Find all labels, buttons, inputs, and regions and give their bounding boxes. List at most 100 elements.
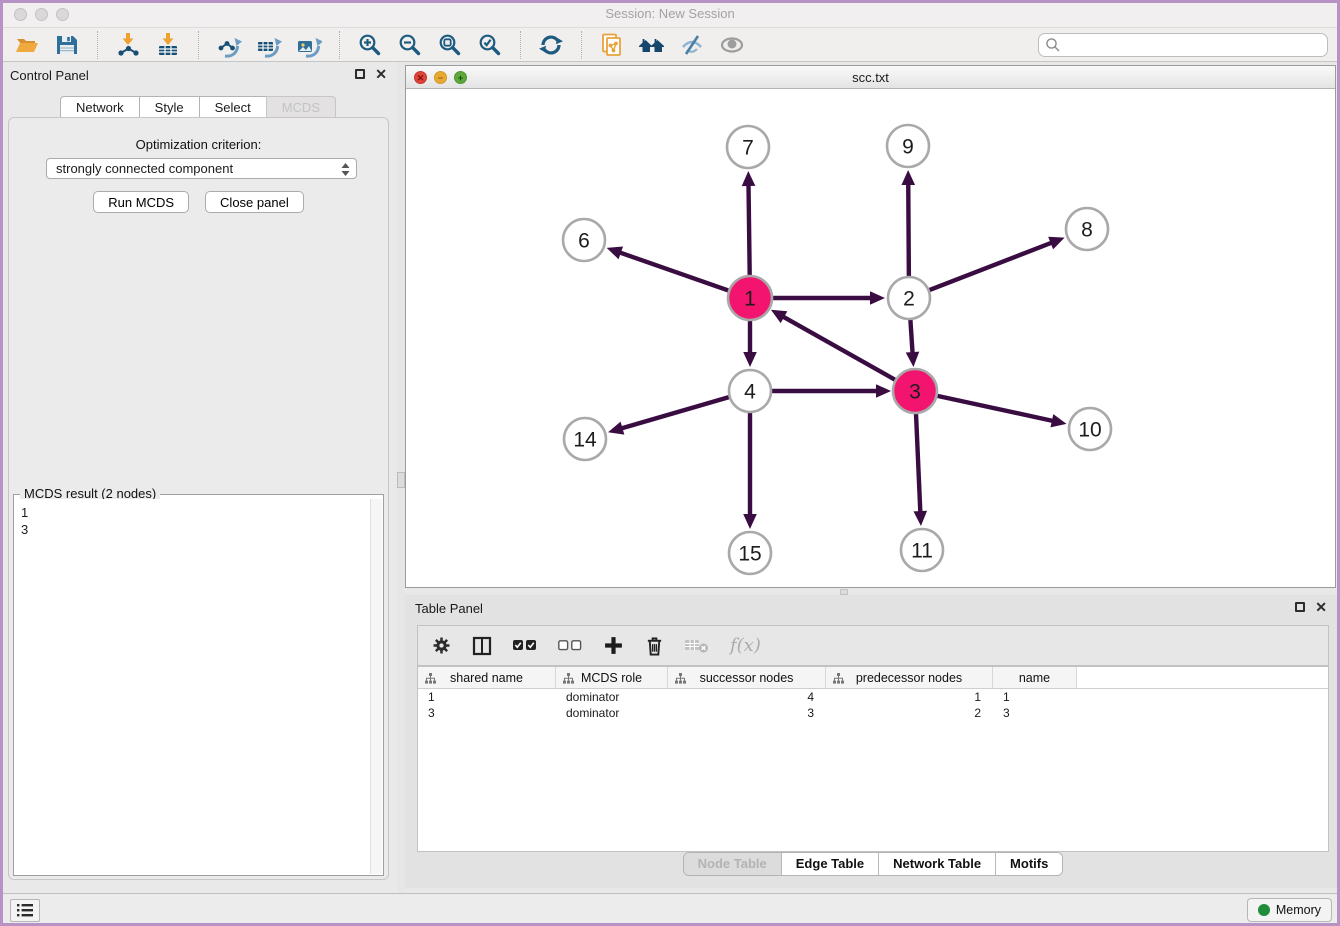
- mcds-result-text[interactable]: 13: [15, 499, 370, 874]
- show-view-icon[interactable]: [717, 31, 747, 59]
- zoom-selected-icon[interactable]: [475, 31, 505, 59]
- table-cell-successor-nodes[interactable]: 4: [668, 689, 826, 705]
- mcds-result-line: 3: [21, 521, 364, 538]
- graph-edge-arrowhead: [901, 170, 915, 185]
- memory-status-dot: [1258, 904, 1270, 916]
- column-header-shared-name[interactable]: shared name: [418, 667, 556, 688]
- create-column-icon[interactable]: [603, 635, 624, 656]
- refresh-icon[interactable]: [536, 31, 566, 59]
- export-network-icon[interactable]: [214, 31, 244, 59]
- app-titlebar: Session: New Session: [0, 0, 1340, 28]
- show-column-panel-icon[interactable]: [472, 636, 492, 656]
- control-panel-title: Control Panel: [10, 68, 89, 83]
- float-table-panel-icon[interactable]: [1295, 602, 1305, 612]
- table-cell-predecessor-nodes[interactable]: 2: [826, 705, 993, 721]
- show-panel-list-button[interactable]: [10, 899, 40, 922]
- search-input[interactable]: [1038, 33, 1328, 57]
- graph-edge-2-8[interactable]: [925, 242, 1053, 291]
- criterion-select[interactable]: strongly connected component: [46, 158, 357, 179]
- table-panel: Table Panel ✕ f(x) shared nameMCDS rol: [405, 595, 1337, 888]
- main-toolbar: [0, 28, 1340, 62]
- table-cell-name[interactable]: 3: [993, 705, 1077, 721]
- table-cell-predecessor-nodes[interactable]: 1: [826, 689, 993, 705]
- tab-node-table[interactable]: Node Table: [684, 853, 781, 875]
- export-table-icon[interactable]: [254, 31, 284, 59]
- table-header-row: shared nameMCDS rolesuccessor nodesprede…: [418, 667, 1328, 689]
- search-icon: [1045, 37, 1061, 53]
- column-header-mcds-role[interactable]: MCDS role: [556, 667, 668, 688]
- optimization-criterion-label: Optimization criterion:: [9, 137, 388, 152]
- graph-edge-1-7[interactable]: [748, 184, 749, 281]
- graph-node-label: 6: [578, 230, 590, 253]
- close-panel-icon[interactable]: ✕: [375, 68, 387, 80]
- delete-column-icon[interactable]: [645, 635, 664, 657]
- toolbar-separator: [97, 31, 98, 59]
- table-cell-shared-name[interactable]: 1: [418, 689, 556, 705]
- column-header-predecessor-nodes[interactable]: predecessor nodes: [826, 667, 993, 688]
- tab-edge-table[interactable]: Edge Table: [781, 853, 878, 875]
- zoom-fit-icon[interactable]: [435, 31, 465, 59]
- graph-edge-arrowhead: [743, 352, 757, 367]
- duplicate-network-icon[interactable]: [597, 31, 627, 59]
- network-canvas[interactable]: 1234678910111415: [406, 89, 1335, 587]
- network-window-title: scc.txt: [406, 66, 1335, 89]
- graph-edge-3-1[interactable]: [782, 316, 900, 382]
- tab-network-table[interactable]: Network Table: [878, 853, 995, 875]
- tab-motifs[interactable]: Motifs: [995, 853, 1062, 875]
- vertical-splitter[interactable]: [397, 62, 405, 893]
- export-image-icon[interactable]: [294, 31, 324, 59]
- column-header-name[interactable]: name: [993, 667, 1077, 688]
- hide-style-icon[interactable]: [677, 31, 707, 59]
- table-cell-mcds-role[interactable]: dominator: [556, 689, 668, 705]
- app-title: Session: New Session: [0, 0, 1340, 28]
- splitter-grip[interactable]: [397, 472, 405, 488]
- graph-edge-1-6[interactable]: [619, 252, 734, 292]
- open-session-icon[interactable]: [12, 31, 42, 59]
- mcds-tab-content: Optimization criterion: strongly connect…: [8, 117, 389, 880]
- toolbar-separator: [198, 31, 199, 59]
- memory-button[interactable]: Memory: [1247, 898, 1332, 922]
- save-session-icon[interactable]: [52, 31, 82, 59]
- float-panel-icon[interactable]: [355, 69, 365, 79]
- close-panel-button[interactable]: Close panel: [205, 191, 304, 213]
- graph-edge-2-9[interactable]: [908, 183, 909, 281]
- table-cell-shared-name[interactable]: 3: [418, 705, 556, 721]
- graph-edge-3-11[interactable]: [916, 408, 921, 513]
- network-window-titlebar[interactable]: ✕ − + scc.txt: [406, 66, 1335, 89]
- table-row[interactable]: 1dominator411: [418, 689, 1328, 705]
- column-header-label: name: [1019, 671, 1050, 685]
- graph-node-label: 1: [744, 288, 756, 311]
- table-cell-successor-nodes[interactable]: 3: [668, 705, 826, 721]
- graph-edge-arrowhead: [870, 291, 885, 305]
- graph-node-label: 7: [742, 137, 754, 160]
- graph-edge-arrowhead: [742, 171, 756, 186]
- graph-node-label: 15: [738, 543, 761, 566]
- graph-edge-arrowhead: [876, 384, 891, 398]
- graph-edge-2-3[interactable]: [910, 315, 913, 354]
- close-table-panel-icon[interactable]: ✕: [1315, 601, 1327, 613]
- zoom-in-icon[interactable]: [355, 31, 385, 59]
- toolbar-separator: [520, 31, 521, 59]
- zoom-out-icon[interactable]: [395, 31, 425, 59]
- table-tabs: Node TableEdge TableNetwork TableMotifs: [683, 852, 1064, 876]
- select-all-columns-icon[interactable]: [513, 640, 537, 651]
- unselect-all-columns-icon[interactable]: [558, 640, 582, 651]
- mcds-result-box: MCDS result (2 nodes) 13: [13, 494, 384, 876]
- graph-node-label: 14: [573, 429, 597, 452]
- list-icon: [17, 904, 33, 917]
- mcds-result-scrollbar[interactable]: [370, 499, 382, 874]
- home-icon[interactable]: [637, 31, 667, 59]
- criterion-value: strongly connected component: [56, 161, 233, 176]
- graph-edge-3-10[interactable]: [932, 395, 1054, 422]
- table-cell-name[interactable]: 1: [993, 689, 1077, 705]
- table-cell-mcds-role[interactable]: dominator: [556, 705, 668, 721]
- graph-edge-4-14[interactable]: [621, 396, 734, 429]
- run-mcds-button[interactable]: Run MCDS: [93, 191, 189, 213]
- import-network-icon[interactable]: [113, 31, 143, 59]
- graph-edge-arrowhead: [906, 352, 920, 367]
- table-row[interactable]: 3dominator323: [418, 705, 1328, 721]
- graph-node-label: 9: [902, 136, 914, 159]
- column-header-successor-nodes[interactable]: successor nodes: [668, 667, 826, 688]
- import-table-icon[interactable]: [153, 31, 183, 59]
- table-settings-gear-icon[interactable]: [432, 636, 451, 655]
